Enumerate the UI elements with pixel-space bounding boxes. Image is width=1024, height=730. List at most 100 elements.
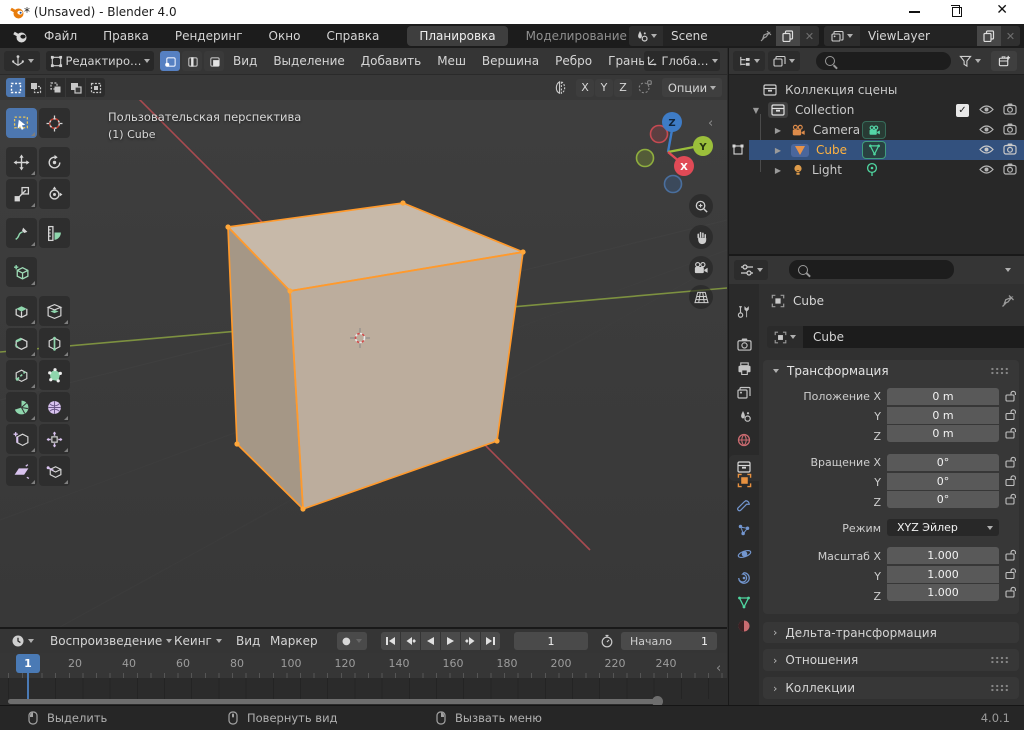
cube-hide-eye-icon[interactable] [979,144,994,155]
menu-edit[interactable]: Правка [101,29,151,43]
editor-type-button[interactable] [4,51,40,71]
menu-file[interactable]: Файл [42,29,79,43]
vertex-select-button[interactable] [160,51,180,71]
scale-z-field[interactable]: 1.000 [887,584,999,601]
tool-shear[interactable] [6,456,37,486]
frame-start-field[interactable]: Начало 1 [621,632,717,650]
new-collection-button[interactable] [991,51,1017,71]
tab-modifiers[interactable] [729,494,759,518]
camera-hide-eye-icon[interactable] [979,124,994,135]
outliner-row-scene-collection[interactable]: Коллекция сцены [729,80,1024,100]
prev-keyframe-button[interactable] [401,632,420,650]
current-frame-field[interactable]: 1 [514,632,588,650]
tab-tool[interactable] [729,300,759,324]
close-button[interactable]: ✕ [996,2,1008,18]
rotation-y-field[interactable]: 0° [887,473,999,490]
scene-pin-icon[interactable] [756,26,776,46]
tool-extrude-region[interactable] [6,296,37,326]
location-y-field[interactable]: 0 m [887,407,999,424]
collections-panel[interactable]: › Коллекции [763,677,1019,699]
orthographic-toggle-button[interactable] [689,285,713,309]
outliner-row-light[interactable]: ▶ Light [729,160,1024,180]
viewport-menu-add[interactable]: Добавить [361,54,421,68]
mirror-x-toggle[interactable]: X [576,79,594,97]
edge-select-button[interactable] [182,51,202,71]
mesh-data-badge[interactable] [862,141,886,159]
panel-grip-handle[interactable] [990,367,1009,375]
timeline-ruler[interactable]: 20 40 60 80 100 120 140 160 180 200 220 … [0,653,727,678]
gizmo-axis-z-neg[interactable] [665,176,682,193]
zoom-view-button[interactable] [689,194,713,218]
options-dropdown[interactable]: Опции [662,78,722,97]
properties-options-button[interactable] [997,260,1019,280]
tool-poly-build[interactable] [39,360,70,390]
scene-browse-button[interactable] [629,26,663,46]
tool-shrink-fatten[interactable] [39,424,70,454]
rotation-x-field[interactable]: 0° [887,454,999,471]
scale-y-field[interactable]: 1.000 [887,566,999,583]
select-extend-button[interactable] [26,78,45,97]
scene-unlink-button[interactable]: ✕ [800,26,819,46]
select-invert-button[interactable] [66,78,85,97]
tool-spin[interactable] [6,392,37,422]
outliner-row-collection[interactable]: ▼ Collection ✓ [729,100,1024,120]
tool-inset-faces[interactable] [39,296,70,326]
transform-panel-header[interactable]: Трансформация [763,360,1019,382]
workspace-tab-modeling[interactable]: Моделирование [514,26,639,46]
tool-knife[interactable] [6,360,37,390]
relations-panel[interactable]: › Отношения [763,649,1019,671]
workspace-tab-layout[interactable]: Планировка [407,26,507,46]
viewport-menu-mesh[interactable]: Меш [437,54,466,68]
tab-physics[interactable] [729,542,759,566]
expand-open-icon[interactable]: ▼ [751,106,761,115]
tool-move[interactable] [6,147,37,177]
face-select-button[interactable] [204,51,224,71]
lock-icons-column[interactable] [1005,388,1019,608]
viewport-menu-vertex[interactable]: Вершина [482,54,539,68]
mode-selector[interactable]: Редактиро… [46,51,154,71]
outliner-row-cube-selected[interactable]: ▶ Cube [729,140,1024,160]
timeline-marker-menu[interactable]: Маркер [270,634,318,648]
light-render-toggle-icon[interactable] [1003,163,1017,175]
collection-render-camera-icon[interactable] [1003,103,1017,115]
tab-constraints[interactable] [729,566,759,590]
timeline-editor-type-button[interactable] [5,631,39,651]
tool-annotate[interactable] [6,218,37,248]
tool-scale[interactable] [6,179,37,209]
expand-closed-icon[interactable]: ▶ [773,166,783,175]
playback-menu[interactable]: Воспроизведение [50,629,172,653]
viewport-menu-edge[interactable]: Ребро [555,54,592,68]
tool-smooth[interactable] [39,392,70,422]
use-preview-range-toggle[interactable] [596,632,618,650]
properties-search-input[interactable] [789,260,954,279]
expand-closed-icon[interactable]: ▶ [773,146,783,155]
menu-help[interactable]: Справка [324,29,381,43]
tool-add-cube[interactable] [6,257,37,287]
cube-render-toggle-icon[interactable] [1003,143,1017,155]
proportional-editing-icon[interactable] [637,79,653,95]
tab-object-data[interactable] [729,590,759,614]
navigation-gizmo[interactable]: Z Y X [622,106,714,198]
viewport-menu-select[interactable]: Выделение [273,54,344,68]
gizmo-axis-y-neg[interactable] [637,150,654,167]
select-new-button[interactable] [6,78,25,97]
outliner-row-camera[interactable]: ▶ Camera [729,120,1024,140]
pin-id-icon[interactable] [1001,294,1015,308]
tool-select-box[interactable] [6,108,37,138]
viewport-menu-face[interactable]: Грань [608,54,645,68]
next-keyframe-button[interactable] [461,632,480,650]
tool-bevel[interactable] [6,328,37,358]
playhead-line[interactable] [27,673,29,699]
properties-editor-type-button[interactable] [734,260,768,280]
rotation-z-field[interactable]: 0° [887,491,999,508]
location-z-field[interactable]: 0 m [887,425,999,442]
tool-rip-region[interactable] [39,456,70,486]
scale-x-field[interactable]: 1.000 [887,547,999,564]
object-name-input[interactable]: Cube [803,326,1024,348]
camera-render-toggle-icon[interactable] [1003,123,1017,135]
timeline-view-menu[interactable]: Вид [236,634,260,648]
select-subtract-button[interactable] [46,78,65,97]
camera-view-button[interactable] [689,256,713,280]
tool-measure[interactable] [39,218,70,248]
jump-to-end-button[interactable] [481,632,500,650]
